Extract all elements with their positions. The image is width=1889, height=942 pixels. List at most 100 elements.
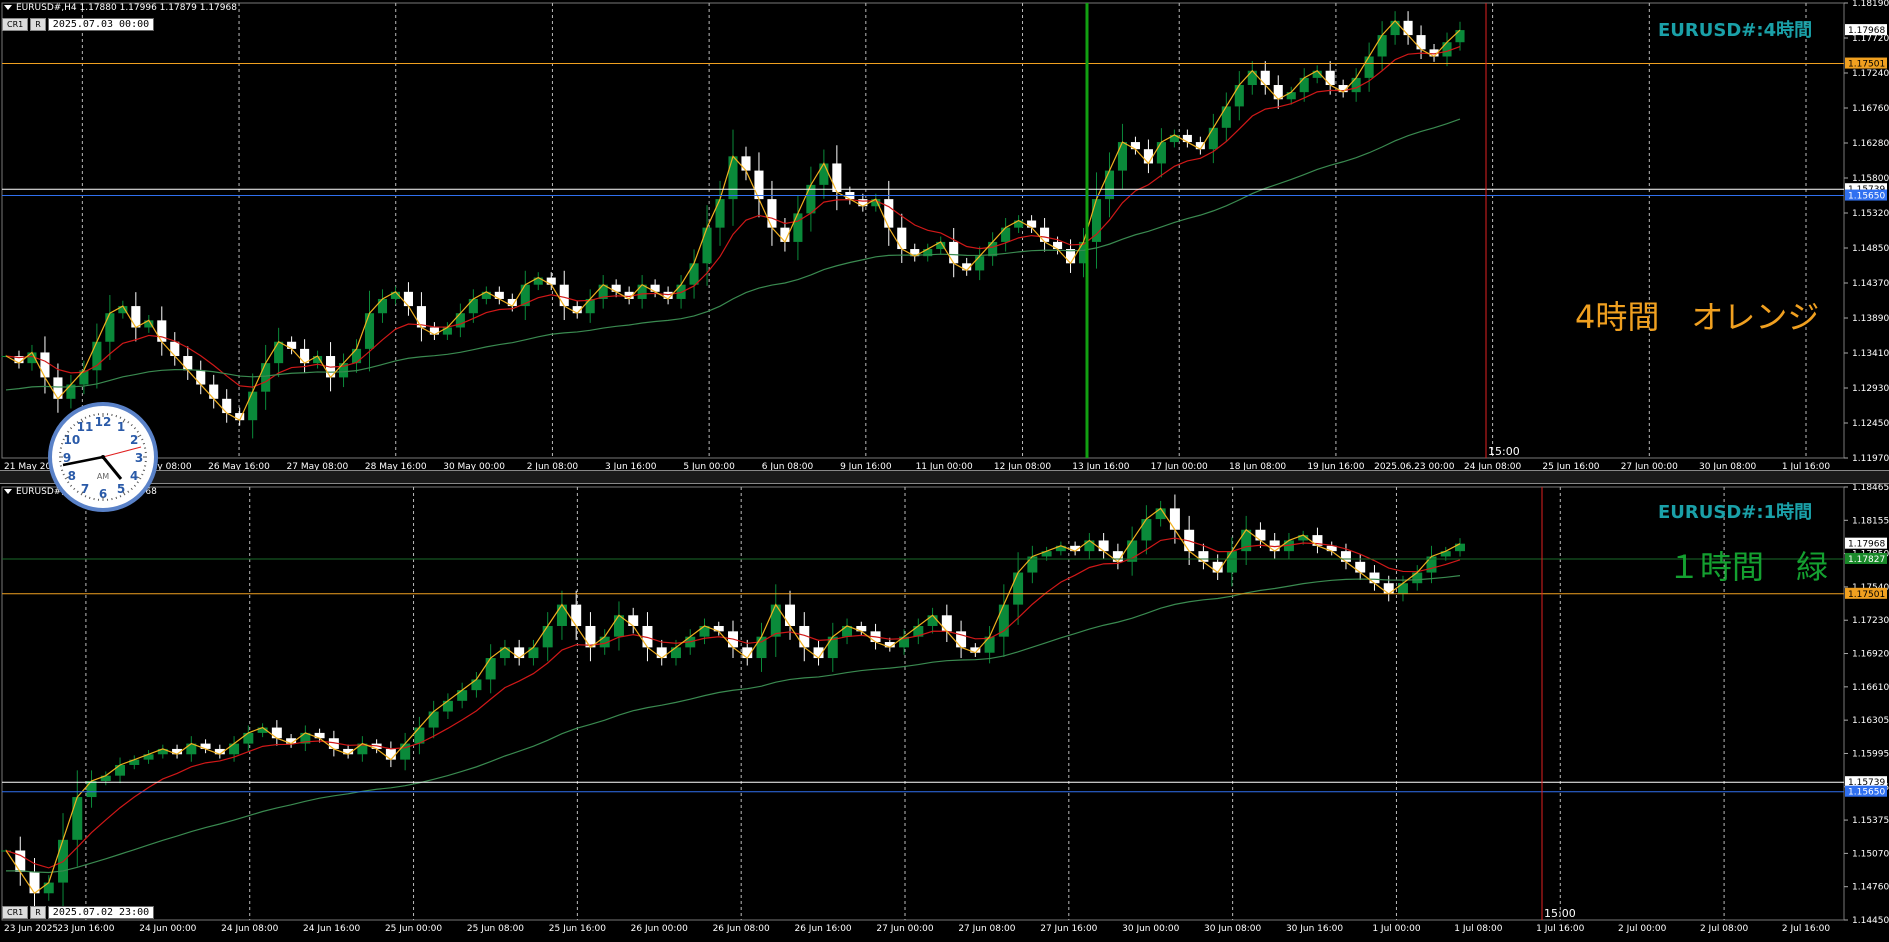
plot-frame bbox=[2, 487, 1844, 920]
candle-body bbox=[443, 701, 453, 712]
candle-body bbox=[628, 615, 638, 626]
candle-body bbox=[832, 163, 841, 192]
candle-body bbox=[1084, 540, 1094, 551]
clock-tick bbox=[70, 485, 71, 486]
clock-tick bbox=[74, 488, 75, 489]
candle-body bbox=[1369, 573, 1379, 584]
candle-body bbox=[1141, 519, 1151, 540]
candle-body bbox=[115, 765, 125, 776]
zigzag-line bbox=[6, 508, 1460, 893]
r-button[interactable]: R bbox=[30, 906, 46, 919]
h4-header-text: EURUSD#,H4 1.17880 1.17996 1.17879 1.179… bbox=[16, 3, 237, 13]
y-tick-label: 1.13890 bbox=[1852, 314, 1889, 324]
clock-ampm: AM bbox=[97, 472, 109, 481]
candle-body bbox=[928, 615, 938, 626]
clock-number: 8 bbox=[68, 469, 76, 483]
clock-tick bbox=[134, 428, 135, 429]
candle-body bbox=[1222, 106, 1231, 127]
y-tick-label: 1.13410 bbox=[1852, 349, 1889, 359]
candle-body bbox=[1341, 551, 1351, 562]
x-tick-label: 1 Jul 00:00 bbox=[1372, 924, 1421, 934]
candle-body bbox=[715, 199, 724, 228]
candle-body bbox=[261, 363, 270, 392]
x-tick-label: 9 Jun 16:00 bbox=[840, 462, 892, 470]
candle-body bbox=[272, 728, 282, 739]
candle-body bbox=[1417, 35, 1426, 49]
r-button[interactable]: R bbox=[30, 18, 46, 31]
clock-tick bbox=[141, 439, 143, 440]
x-tick-label: 27 Jun 00:00 bbox=[876, 924, 933, 934]
candle-body bbox=[44, 883, 54, 894]
cr1-button[interactable]: CR1 bbox=[2, 906, 28, 919]
clock-tick bbox=[141, 474, 143, 475]
candle-body bbox=[754, 171, 763, 200]
clock-tick bbox=[89, 415, 90, 417]
x-tick-label: 30 Jun 08:00 bbox=[1204, 924, 1261, 934]
clock-tick bbox=[134, 485, 135, 486]
x-tick-label: 24 Jun 08:00 bbox=[221, 924, 278, 934]
clock-tick bbox=[61, 470, 63, 471]
y-tick-label: 1.16760 bbox=[1852, 104, 1889, 114]
candle-body bbox=[657, 647, 667, 658]
y-tick-label: 1.14450 bbox=[1852, 916, 1889, 926]
candle-body bbox=[897, 228, 906, 249]
clock-number: 4 bbox=[130, 469, 138, 483]
candle-body bbox=[767, 199, 776, 228]
date-field[interactable]: 2025.07.02 23:00 bbox=[48, 906, 154, 919]
x-tick-label: 25 Jun 16:00 bbox=[1542, 462, 1599, 470]
candle-body bbox=[1235, 85, 1244, 106]
x-tick-label: 27 Jun 00:00 bbox=[1621, 462, 1678, 470]
clock-tick bbox=[128, 491, 129, 493]
x-tick-label: 30 May 00:00 bbox=[443, 462, 505, 470]
candle-body bbox=[105, 313, 114, 342]
candle-body bbox=[1170, 508, 1180, 529]
ma-fast-line bbox=[6, 538, 1460, 868]
x-tick-label: 2 Jul 00:00 bbox=[1618, 924, 1667, 934]
candle-body bbox=[1198, 551, 1208, 562]
x-tick-label: 26 May 16:00 bbox=[208, 462, 270, 470]
x-tick-label: 25 Jun 08:00 bbox=[467, 924, 524, 934]
x-tick-label: 2025.06.23 00:00 bbox=[1374, 462, 1455, 470]
clock-tick bbox=[143, 470, 145, 471]
candle-body bbox=[157, 320, 166, 341]
clock-tick bbox=[63, 474, 65, 475]
x-tick-label: 27 Jun 16:00 bbox=[1040, 924, 1097, 934]
clock-tick bbox=[70, 428, 71, 429]
collapse-triangle-icon[interactable] bbox=[4, 5, 12, 10]
x-tick-label: 24 Jun 08:00 bbox=[1464, 462, 1521, 470]
candle-body bbox=[1248, 71, 1257, 85]
candle-body bbox=[557, 605, 567, 626]
candle-body bbox=[785, 605, 795, 626]
cr1-button[interactable]: CR1 bbox=[2, 18, 28, 31]
candle-body bbox=[1227, 551, 1237, 572]
collapse-triangle-icon[interactable] bbox=[4, 489, 12, 494]
candle-body bbox=[429, 712, 439, 728]
time-label: 15:00 bbox=[1544, 907, 1576, 920]
analog-clock[interactable]: 121234567891011AM bbox=[48, 402, 158, 512]
h4-chart-svg[interactable]: 21 May 202522 May 00:0023 May 08:0026 Ma… bbox=[0, 0, 1889, 470]
candle-body bbox=[1105, 171, 1114, 200]
candle-body bbox=[87, 781, 97, 797]
y-tick-label: 1.15800 bbox=[1852, 174, 1889, 184]
date-field[interactable]: 2025.07.03 00:00 bbox=[48, 18, 154, 31]
candle-body bbox=[170, 342, 179, 356]
h1-chart-panel[interactable]: 23 Jun 202523 Jun 16:0024 Jun 00:0024 Ju… bbox=[0, 484, 1889, 938]
candle-body bbox=[1261, 71, 1270, 85]
h1-chart-svg[interactable]: 23 Jun 202523 Jun 16:0024 Jun 00:0024 Ju… bbox=[0, 484, 1889, 938]
candle-body bbox=[1300, 78, 1309, 92]
candle-body bbox=[274, 342, 283, 363]
candle-body bbox=[1391, 21, 1400, 35]
candle-body bbox=[352, 349, 361, 363]
candle-body bbox=[404, 292, 413, 306]
candle-body bbox=[949, 242, 958, 263]
y-tick-label: 1.12930 bbox=[1852, 384, 1889, 394]
clock-tick bbox=[85, 417, 86, 419]
candle-body bbox=[222, 399, 231, 413]
clock-number: 1 bbox=[117, 420, 125, 434]
price-label-text: 1.15650 bbox=[1848, 192, 1885, 202]
h4-chart-panel[interactable]: 21 May 202522 May 00:0023 May 08:0026 Ma… bbox=[0, 0, 1889, 470]
candle-body bbox=[1404, 21, 1413, 35]
x-tick-label: 1 Jul 08:00 bbox=[1454, 924, 1503, 934]
candle-body bbox=[1412, 573, 1422, 584]
panel-separator[interactable] bbox=[0, 470, 1889, 484]
